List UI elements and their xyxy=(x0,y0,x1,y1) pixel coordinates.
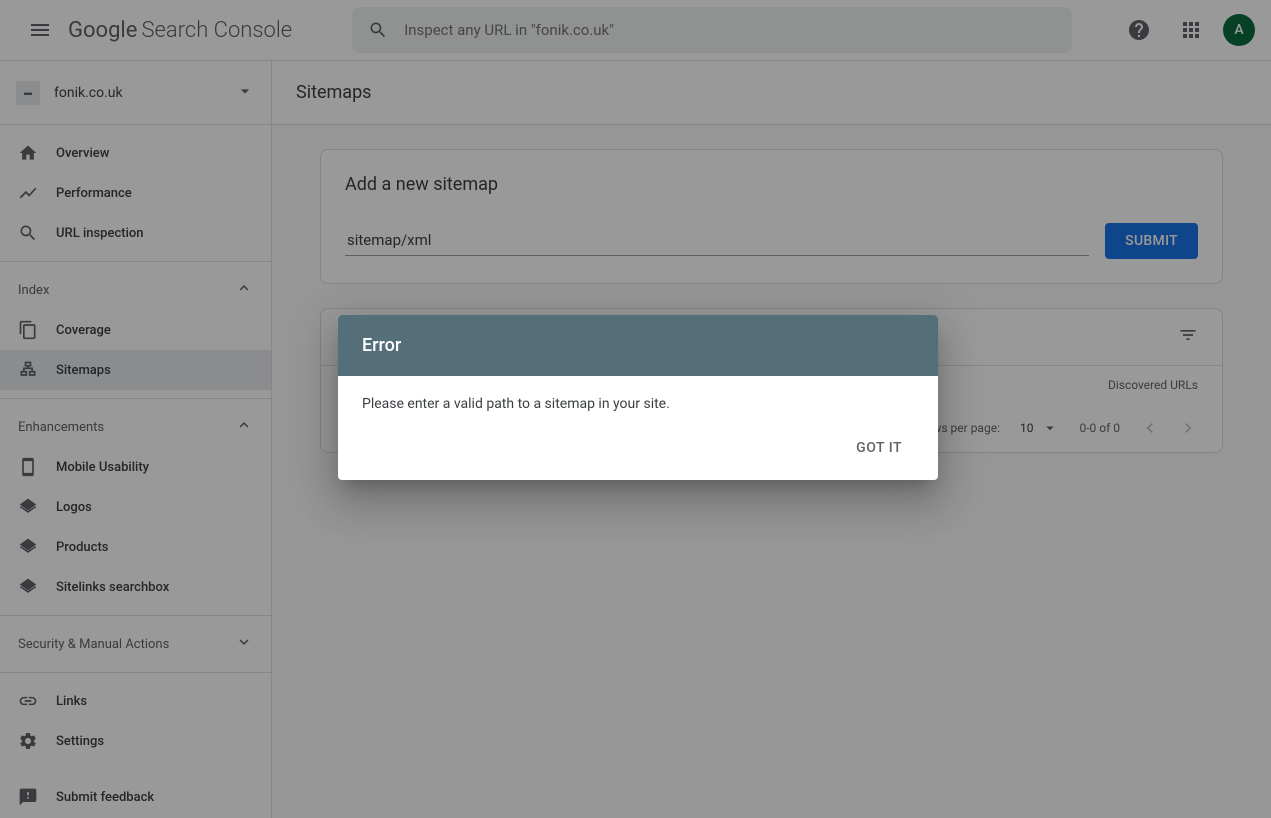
modal-overlay[interactable]: Error Please enter a valid path to a sit… xyxy=(0,0,1271,818)
dialog-confirm-button[interactable]: GOT IT xyxy=(844,432,914,464)
dialog-message: Please enter a valid path to a sitemap i… xyxy=(338,376,938,424)
error-dialog: Error Please enter a valid path to a sit… xyxy=(338,315,938,480)
dialog-title: Error xyxy=(338,315,938,376)
